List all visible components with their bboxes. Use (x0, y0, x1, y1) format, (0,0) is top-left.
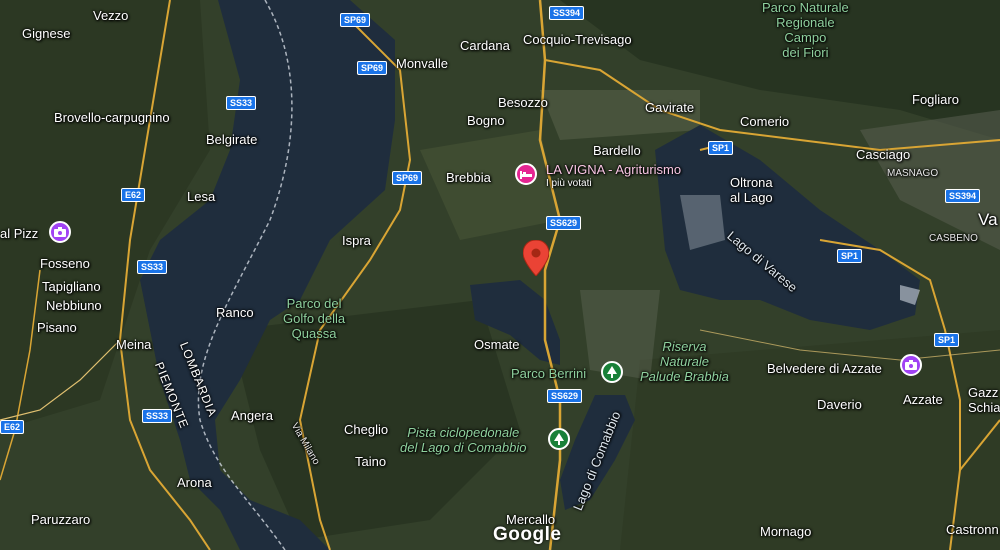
road-shield-ss394: SS394 (549, 6, 585, 20)
poi-la-vigna-subtitle: I più votati (546, 178, 592, 189)
place-tapigliano: Tapigliano (42, 279, 101, 294)
place-angera: Angera (231, 408, 273, 423)
place-brovello-carpugnino: Brovello-carpugnino (54, 110, 170, 125)
place-belvedere-di-azzate: Belvedere di Azzate (767, 361, 882, 376)
road-shield-e62: E62 (121, 188, 146, 202)
place-al-pizz: al Pizz (0, 226, 39, 241)
place-ranco: Ranco (216, 305, 254, 320)
place-va: Va (978, 210, 998, 229)
place-mornago: Mornago (760, 524, 812, 539)
road-shield-ss629: SS629 (546, 216, 582, 230)
road-shield-sp69: SP69 (392, 171, 423, 185)
place-casbeno: CASBENO (929, 233, 978, 244)
park-pista-ciclopedonale: Pista ciclopedonale del Lago di Comabbio (400, 425, 527, 455)
place-pisano: Pisano (37, 320, 77, 335)
place-nebbiuno: Nebbiuno (46, 298, 102, 313)
location-pin-icon[interactable] (523, 240, 549, 276)
camera-icon[interactable] (49, 221, 71, 243)
road-shield-sp1: SP1 (837, 249, 863, 263)
camera-icon[interactable] (900, 354, 922, 376)
place-gazz: Gazz Schia (968, 385, 1000, 415)
google-logo: Google (493, 524, 562, 545)
place-cocquio-trevisago: Cocquio-Trevisago (523, 32, 632, 47)
place-cardana: Cardana (460, 38, 510, 53)
road-shield-ss33: SS33 (142, 409, 173, 423)
road-shield-sp1: SP1 (934, 333, 960, 347)
place-taino: Taino (355, 454, 387, 469)
place-lesa: Lesa (187, 189, 216, 204)
place-comerio: Comerio (740, 114, 790, 129)
road-shield-e62: E62 (0, 420, 25, 434)
place-gavirate: Gavirate (645, 100, 695, 115)
road-shield-ss33: SS33 (137, 260, 168, 274)
road-shield-sp69: SP69 (340, 13, 371, 27)
place-belgirate: Belgirate (206, 132, 258, 147)
place-azzate: Azzate (903, 392, 943, 407)
place-osmate: Osmate (474, 337, 520, 352)
place-vezzo: Vezzo (93, 8, 129, 23)
place-meina: Meina (116, 337, 152, 352)
place-casciago: Casciago (856, 147, 911, 162)
place-daverio: Daverio (817, 397, 862, 412)
road-shield-ss629: SS629 (547, 389, 583, 403)
satellite-base (0, 0, 1000, 550)
place-oltrona-al-lago: Oltrona al Lago (730, 175, 773, 205)
place-besozzo: Besozzo (498, 95, 548, 110)
place-brebbia: Brebbia (446, 170, 491, 185)
road-shield-ss394: SS394 (945, 189, 981, 203)
place-castronno: Castronn (946, 522, 999, 537)
lodging-bed-icon[interactable] (515, 163, 537, 185)
place-cheglio: Cheglio (344, 422, 389, 437)
place-paruzzaro: Paruzzaro (31, 512, 91, 527)
place-bogno: Bogno (467, 113, 505, 128)
park-campo-dei-fiori: Parco Naturale Regionale Campo dei Fiori (762, 0, 849, 60)
road-shield-sp1: SP1 (708, 141, 734, 155)
place-gignese: Gignese (22, 26, 71, 41)
park-tree-icon[interactable] (548, 428, 570, 450)
park-parco-berrini: Parco Berrini (511, 366, 587, 381)
place-masnago: MASNAGO (887, 168, 939, 179)
place-monvalle: Monvalle (396, 56, 449, 71)
place-bardello: Bardello (593, 143, 641, 158)
road-shield-sp69: SP69 (357, 61, 388, 75)
poi-la-vigna-title[interactable]: LA VIGNA - Agriturismo (546, 162, 681, 177)
park-tree-icon[interactable] (601, 361, 623, 383)
place-fosseno: Fosseno (40, 256, 90, 271)
park-palude-brabbia: Riserva Naturale Palude Brabbia (640, 339, 729, 384)
place-ispra: Ispra (342, 233, 371, 248)
road-shield-ss33: SS33 (226, 96, 257, 110)
place-arona: Arona (177, 475, 212, 490)
place-fogliaro: Fogliaro (912, 92, 959, 107)
map-view[interactable]: Vezzo Gignese Brovello-carpugnino Belgir… (0, 0, 1000, 550)
park-golfo-della-quassa: Parco del Golfo della Quassa (283, 296, 346, 341)
